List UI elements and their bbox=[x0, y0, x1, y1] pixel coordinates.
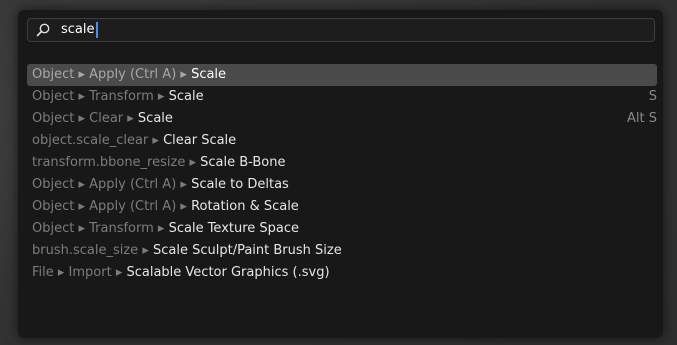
result-path: object.scale_clear ▸ bbox=[32, 133, 164, 148]
result-path: File ▸ Import ▸ bbox=[32, 265, 127, 280]
result-path: Object ▸ Apply (Ctrl A) ▸ bbox=[32, 199, 192, 214]
result-name: Scale bbox=[191, 67, 227, 82]
result-name: Scale bbox=[168, 89, 204, 104]
result-path: Object ▸ Apply (Ctrl A) ▸ bbox=[32, 177, 192, 192]
search-results-list: Object ▸ Apply (Ctrl A) ▸ Scale Object ▸… bbox=[27, 64, 657, 284]
search-icon bbox=[36, 23, 50, 37]
result-path: brush.scale_size ▸ bbox=[32, 243, 153, 258]
result-row[interactable]: File ▸ Import ▸ Scalable Vector Graphics… bbox=[27, 262, 657, 284]
result-path: transform.bbone_resize ▸ bbox=[32, 155, 201, 170]
result-row[interactable]: Object ▸ Clear ▸ Scale Alt S bbox=[27, 108, 657, 130]
operator-search-popup: scale Object ▸ Apply (Ctrl A) ▸ Scale Ob… bbox=[18, 10, 663, 338]
result-name: Scale to Deltas bbox=[191, 177, 289, 192]
result-path: Object ▸ Transform ▸ bbox=[32, 89, 169, 104]
result-name: Clear Scale bbox=[163, 133, 237, 148]
result-row[interactable]: Object ▸ Transform ▸ Scale Texture Space bbox=[27, 218, 657, 240]
result-row[interactable]: Object ▸ Apply (Ctrl A) ▸ Scale to Delta… bbox=[27, 174, 657, 196]
result-name: Scale bbox=[137, 111, 173, 126]
result-name: Scale B-Bone bbox=[200, 155, 286, 170]
result-shortcut: S bbox=[648, 89, 657, 104]
result-path: Object ▸ Transform ▸ bbox=[32, 221, 169, 236]
result-row[interactable]: Object ▸ Transform ▸ Scale S bbox=[27, 86, 657, 108]
result-name: Rotation & Scale bbox=[191, 199, 299, 214]
result-name: Scale Texture Space bbox=[168, 221, 300, 236]
search-query-text: scale bbox=[61, 22, 98, 38]
result-row[interactable]: object.scale_clear ▸ Clear Scale bbox=[27, 130, 657, 152]
result-name: Scale Sculpt/Paint Brush Size bbox=[152, 243, 342, 258]
result-shortcut: Alt S bbox=[627, 111, 657, 126]
result-row[interactable]: Object ▸ Apply (Ctrl A) ▸ Scale bbox=[27, 64, 657, 86]
result-row[interactable]: Object ▸ Apply (Ctrl A) ▸ Rotation & Sca… bbox=[27, 196, 657, 218]
result-path: Object ▸ Apply (Ctrl A) ▸ bbox=[32, 67, 192, 82]
result-name: Scalable Vector Graphics (.svg) bbox=[126, 265, 330, 280]
result-row[interactable]: transform.bbone_resize ▸ Scale B-Bone bbox=[27, 152, 657, 174]
result-path: Object ▸ Clear ▸ bbox=[32, 111, 138, 126]
search-input[interactable]: scale bbox=[27, 18, 655, 42]
text-caret bbox=[95, 22, 98, 38]
result-row[interactable]: brush.scale_size ▸ Scale Sculpt/Paint Br… bbox=[27, 240, 657, 262]
